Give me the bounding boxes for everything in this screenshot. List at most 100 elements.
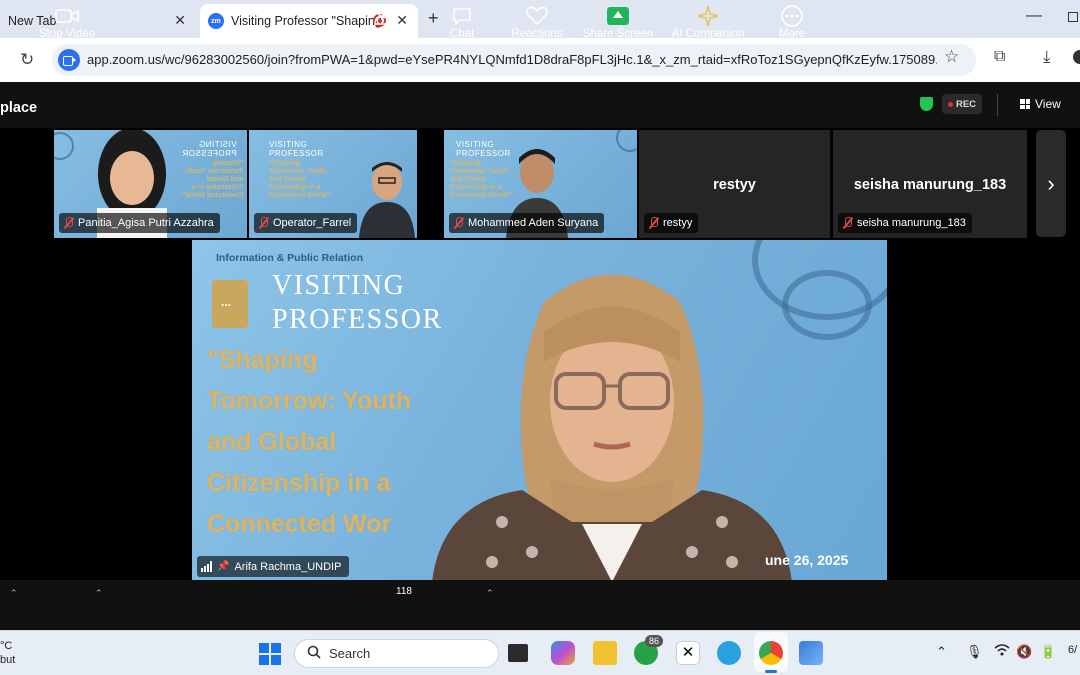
reactions-button[interactable]: Reactions <box>508 4 566 40</box>
slide-text: "Shaping Tomorrow: Youth and Global Citizen… <box>269 160 331 199</box>
active-app-indicator <box>765 670 777 673</box>
profile-icon[interactable] <box>1073 50 1080 64</box>
speaker-name: Arifa Rachma_UNDIP <box>234 560 342 573</box>
more-button[interactable]: More <box>770 4 814 40</box>
participant-tile[interactable]: VISITING PROFESSOR "Shaping Tomorrow: Yout… <box>249 130 417 238</box>
minimize-icon[interactable]: — <box>1026 7 1042 25</box>
active-speaker-video[interactable]: Information & Public Relation VISITING P… <box>192 240 887 580</box>
battery-icon[interactable]: 🔋 <box>1040 644 1056 660</box>
view-label: View <box>1035 97 1061 111</box>
divider <box>997 94 998 116</box>
extensions-icon[interactable]: ⧉ <box>994 48 1005 66</box>
pin-icon: 📌 <box>217 561 230 572</box>
meeting-title: place <box>0 100 38 116</box>
chat-label: Chat <box>449 28 475 40</box>
zoom-top-bar: place <box>0 82 1080 128</box>
signal-strength-icon <box>201 561 212 572</box>
participant-name-tag: Mohammed Aden Suryana <box>449 213 605 233</box>
participant-tile[interactable]: VISITING PROFESSOR "Shaping Tomorrow: Yout… <box>54 130 247 238</box>
participants-icon <box>352 4 418 28</box>
new-tab-plus-icon[interactable]: + <box>428 8 439 29</box>
meeting-controls-bar <box>0 580 1080 630</box>
participants-button[interactable]: Participants <box>352 4 418 40</box>
slide-decoration <box>782 270 872 340</box>
notification-badge: 86 <box>645 635 664 647</box>
slide-date: une 26, 2025 <box>765 552 849 568</box>
participant-display-name: restyy <box>713 177 756 193</box>
download-icon[interactable]: ⤓ <box>1043 47 1051 67</box>
participant-name: Panitia_Agisa Putri Azzahra <box>78 217 214 229</box>
task-view-icon[interactable] <box>508 644 528 662</box>
sparkle-icon <box>668 4 748 28</box>
mic-muted-icon <box>453 217 464 229</box>
participants-label: Participants <box>354 28 416 40</box>
participant-name-tag: Operator_Farrel <box>254 213 358 233</box>
windows-start-icon[interactable] <box>259 643 281 665</box>
zoom-favicon-icon: zm <box>208 13 224 29</box>
participant-name: Operator_Farrel <box>273 217 352 229</box>
telegram-icon[interactable] <box>717 641 741 665</box>
chrome-icon[interactable] <box>759 641 783 665</box>
participant-tile[interactable]: restyy restyy <box>639 130 830 238</box>
chat-button[interactable]: Chat <box>440 4 484 40</box>
copilot-icon[interactable] <box>551 641 575 665</box>
participant-tile[interactable]: VISITING PROFESSOR "Shaping Tomorrow: Yout… <box>444 130 637 238</box>
participant-name: seisha manurung_183 <box>857 217 966 229</box>
ai-companion-button[interactable]: AI Companion <box>668 4 748 40</box>
participant-name: Mohammed Aden Suryana <box>468 217 599 229</box>
url-text[interactable]: app.zoom.us/wc/96283002560/join?fromPWA=… <box>87 52 937 67</box>
chat-options-chevron-icon[interactable]: ⌃ <box>486 588 494 599</box>
slide-title: PROFESSOR <box>272 304 443 335</box>
close-icon[interactable]: ✕ <box>174 12 186 29</box>
mirrored-slide-text: "Shaping Tomorrow: Youth and Global Citizen… <box>182 160 244 199</box>
participant-display-name: seisha manurung_183 <box>853 177 1007 193</box>
mirrored-slide-title: VISITING PROFESSOR <box>182 140 237 158</box>
screen: New Tab ✕ zm Visiting Professor "Shaping… <box>0 0 1080 675</box>
participant-tile[interactable]: seisha manurung_183 seisha manurung_183 <box>833 130 1027 238</box>
search-placeholder: Search <box>329 646 371 661</box>
share-screen-label: Share Screen <box>582 28 654 40</box>
weather-temp: °C <box>0 640 13 652</box>
slide-logo-icon <box>212 280 248 328</box>
microphone-icon[interactable]: 🎙 <box>966 644 983 660</box>
encryption-shield-icon[interactable] <box>920 97 933 111</box>
stop-video-button[interactable]: Stop Video <box>34 4 100 40</box>
slide-header: Information & Public Relation <box>216 252 364 264</box>
windows-taskbar: °C but Search ✕ <box>0 630 1080 675</box>
stop-video-label: Stop Video <box>38 28 96 40</box>
share-screen-button[interactable]: Share Screen <box>582 4 654 40</box>
site-info-icon[interactable] <box>58 49 80 71</box>
reactions-label: Reactions <box>511 28 563 40</box>
speaker-video <box>432 274 792 580</box>
slide-title: VISITING PROFESSOR <box>269 140 324 158</box>
clock[interactable]: 6/ <box>1068 644 1077 656</box>
show-hidden-icons-chevron-icon[interactable]: ⌃ <box>936 644 947 660</box>
weather-widget[interactable]: °C but <box>0 639 15 667</box>
speaker-name-tag: 📌 Arifa Rachma_UNDIP <box>197 556 350 577</box>
taskbar-search[interactable]: Search <box>294 639 499 668</box>
maximize-icon[interactable] <box>1068 12 1078 22</box>
address-bar[interactable]: app.zoom.us/wc/96283002560/join?fromPWA=… <box>52 44 976 76</box>
video-options-chevron-icon[interactable]: ⌃ <box>95 588 103 599</box>
wifi-icon[interactable] <box>994 644 1010 659</box>
capcut-icon[interactable]: ✕ <box>676 641 700 665</box>
heart-icon <box>508 4 566 28</box>
photos-icon[interactable] <box>799 641 823 665</box>
share-screen-icon <box>582 4 654 28</box>
volume-muted-icon[interactable]: 🔇 <box>1016 644 1032 660</box>
rec-dot-icon <box>947 101 953 107</box>
participant-name-tag: Panitia_Agisa Putri Azzahra <box>59 213 220 233</box>
file-explorer-icon[interactable] <box>593 641 617 665</box>
ai-companion-label: AI Companion <box>671 28 745 40</box>
view-button[interactable]: View <box>1020 97 1061 111</box>
next-page-chevron-icon[interactable]: › <box>1036 130 1066 237</box>
participants-count: 118 <box>396 586 412 597</box>
mic-muted-icon <box>63 217 74 229</box>
more-label: More <box>778 28 806 40</box>
reload-icon[interactable]: ↻ <box>20 50 34 70</box>
recording-indicator[interactable]: REC <box>942 94 982 114</box>
mic-muted-icon <box>258 217 269 229</box>
audio-options-chevron-icon[interactable]: ⌃ <box>10 588 18 599</box>
bookmark-star-icon[interactable]: ☆ <box>944 47 959 67</box>
weather-desc: but <box>0 654 16 666</box>
